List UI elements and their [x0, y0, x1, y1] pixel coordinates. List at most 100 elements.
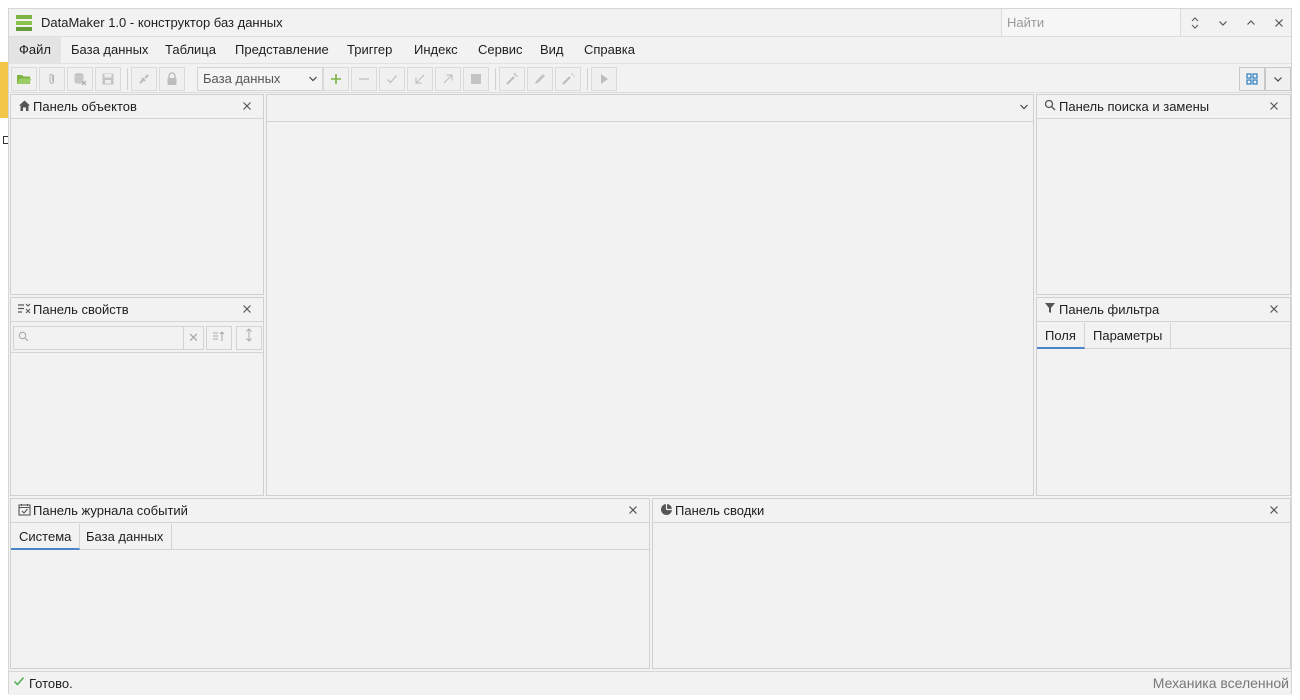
lock-icon — [167, 72, 177, 85]
plus-icon — [331, 74, 341, 84]
minus-icon — [359, 78, 369, 80]
expand-collapse-button[interactable] — [1181, 9, 1209, 36]
arrow-down-left-icon — [415, 74, 425, 84]
status-brand-text: Механика вселенной — [1152, 675, 1289, 691]
connect-button[interactable] — [131, 67, 157, 91]
menu-trigger[interactable]: Триггер — [337, 37, 402, 63]
grid-layout-icon — [1246, 73, 1258, 85]
vertical-arrows-icon — [246, 328, 252, 342]
properties-panel-header: Панель свойств — [11, 298, 263, 322]
menu-file[interactable]: Файл — [9, 37, 61, 63]
document-tabs-header — [267, 95, 1033, 122]
layout-menu-button[interactable] — [1265, 67, 1291, 91]
wizard-button[interactable] — [499, 67, 525, 91]
menu-help[interactable]: Справка — [574, 37, 645, 63]
menu-service[interactable]: Сервис — [468, 37, 533, 63]
panel-title: Панель объектов — [33, 99, 137, 114]
tab-database[interactable]: База данных — [78, 524, 173, 550]
chevron-down-icon[interactable] — [1019, 100, 1029, 117]
filter-panel: Панель фильтра Поля Параметры — [1036, 297, 1291, 496]
save-icon — [102, 73, 114, 85]
close-window-button[interactable] — [1265, 9, 1293, 36]
layout-button[interactable] — [1239, 67, 1265, 91]
expand-button[interactable] — [236, 326, 262, 350]
paperclip-icon — [49, 73, 55, 84]
window-title: DataMaker 1.0 - конструктор баз данных — [41, 15, 283, 30]
close-icon[interactable] — [625, 502, 641, 518]
search-replace-panel-header: Панель поиска и замены — [1037, 95, 1290, 119]
search-icon — [1043, 99, 1057, 113]
attach-button[interactable] — [39, 67, 65, 91]
home-icon — [17, 99, 31, 113]
menu-table[interactable]: Таблица — [155, 37, 226, 63]
run-button[interactable] — [591, 67, 617, 91]
panel-title: Панель поиска и замены — [1059, 99, 1210, 114]
check-icon — [13, 675, 25, 690]
filter-panel-header: Панель фильтра — [1037, 298, 1290, 322]
panel-title: Панель фильтра — [1059, 302, 1160, 317]
chevron-down-icon — [1219, 20, 1227, 26]
maximize-button[interactable] — [1237, 9, 1265, 36]
arrow-up-right-icon — [443, 74, 453, 84]
menu-view-object[interactable]: Представление — [225, 37, 339, 63]
close-icon[interactable] — [1266, 98, 1282, 114]
menu-database[interactable]: База данных — [61, 37, 158, 63]
global-search-input[interactable] — [1002, 9, 1180, 36]
import-button[interactable] — [407, 67, 433, 91]
play-icon — [601, 74, 608, 84]
close-icon[interactable] — [1266, 502, 1282, 518]
updown-chevron-icon — [1191, 16, 1199, 29]
pencil-icon — [535, 74, 545, 84]
export-button[interactable] — [435, 67, 461, 91]
menu-bar: Файл База данных Таблица Представление Т… — [9, 37, 1291, 63]
title-bar: DataMaker 1.0 - конструктор баз данных — [9, 9, 1291, 37]
app-window: DataMaker 1.0 - конструктор баз данных Ф… — [8, 8, 1292, 695]
open-button[interactable] — [11, 67, 37, 91]
magic-wand-icon — [562, 73, 575, 85]
panel-title: Панель журнала событий — [33, 503, 188, 518]
stop-button[interactable] — [463, 67, 489, 91]
wizard-edit-button[interactable] — [555, 67, 581, 91]
menu-view[interactable]: Вид — [530, 37, 574, 63]
remove-button[interactable] — [351, 67, 377, 91]
app-logo-icon — [16, 15, 32, 31]
sort-button[interactable] — [206, 326, 232, 350]
folder-open-icon — [17, 75, 32, 84]
edit-button[interactable] — [527, 67, 553, 91]
panel-title: Панель сводки — [675, 503, 765, 518]
properties-tools: ✕ — [11, 323, 263, 353]
lock-button[interactable] — [159, 67, 185, 91]
property-search-input[interactable] — [34, 327, 184, 349]
property-search[interactable]: ✕ — [13, 326, 204, 350]
minimize-button[interactable] — [1209, 9, 1237, 36]
save-button[interactable] — [95, 67, 121, 91]
close-icon — [1275, 18, 1283, 27]
event-log-panel-header: Панель журнала событий — [11, 499, 649, 523]
apply-button[interactable] — [379, 67, 405, 91]
check-icon — [387, 75, 397, 84]
add-button[interactable] — [323, 67, 349, 91]
objects-panel: Панель объектов — [10, 94, 264, 295]
clear-search-icon[interactable]: ✕ — [183, 327, 203, 349]
database-select[interactable]: База данных — [197, 67, 323, 91]
menu-index[interactable]: Индекс — [404, 37, 468, 63]
properties-panel: Панель свойств ✕ — [10, 297, 264, 496]
close-icon[interactable] — [1266, 301, 1282, 317]
summary-panel-header: Панель сводки — [653, 499, 1290, 523]
pie-chart-icon — [659, 503, 673, 517]
panel-title: Панель свойств — [33, 302, 129, 317]
stop-icon — [471, 74, 481, 84]
chevron-up-icon — [1247, 19, 1255, 25]
close-icon[interactable] — [239, 301, 255, 317]
toolbar: База данных — [9, 63, 1291, 93]
tab-parameters[interactable]: Параметры — [1085, 323, 1172, 349]
close-icon[interactable] — [239, 98, 255, 114]
database-delete-button[interactable] — [67, 67, 93, 91]
global-search[interactable] — [1001, 9, 1181, 36]
search-icon — [18, 331, 29, 345]
status-bar: Готово. Механика вселенной — [9, 671, 1291, 695]
tab-fields[interactable]: Поля — [1037, 323, 1085, 349]
sort-list-icon — [17, 302, 31, 316]
document-area — [266, 94, 1034, 496]
tab-system[interactable]: Система — [11, 524, 81, 550]
